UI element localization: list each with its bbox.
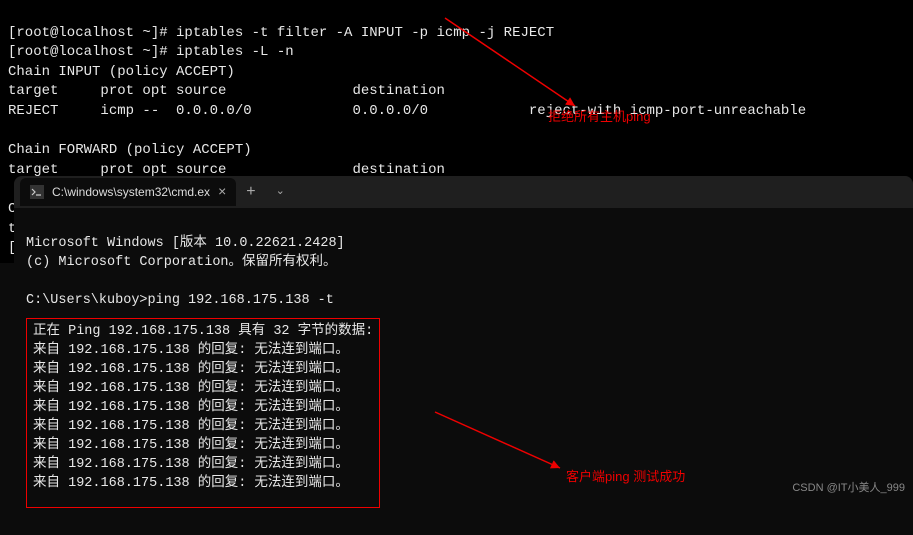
linux-line: [root@localhost ~]# iptables -t filter -… — [8, 25, 554, 41]
ping-header: 正在 Ping 192.168.175.138 具有 32 字节的数据: — [33, 324, 373, 339]
linux-line: REJECT icmp -- 0.0.0.0/0 0.0.0.0/0 rejec… — [8, 103, 806, 119]
linux-line: Chain FORWARD (policy ACCEPT) — [8, 142, 252, 158]
ping-line: 来自 192.168.175.138 的回复: 无法连到端口。 — [33, 419, 349, 434]
ping-line: 来自 192.168.175.138 的回复: 无法连到端口。 — [33, 438, 349, 453]
cmd-prompt: C:\Users\kuboy>ping 192.168.175.138 -t — [26, 293, 334, 308]
cmd-header2: (c) Microsoft Corporation。保留所有权利。 — [26, 255, 337, 270]
cmd-window: C:\windows\system32\cmd.ex × + ⌄ Microso… — [14, 176, 913, 500]
ping-line: 来自 192.168.175.138 的回复: 无法连到端口。 — [33, 457, 349, 472]
ping-line: 来自 192.168.175.138 的回复: 无法连到端口。 — [33, 381, 349, 396]
cmd-titlebar: C:\windows\system32\cmd.ex × + ⌄ — [14, 176, 913, 208]
ping-line: 来自 192.168.175.138 的回复: 无法连到端口。 — [33, 343, 349, 358]
linux-line: target prot opt source destination — [8, 83, 445, 99]
close-icon[interactable]: × — [218, 182, 226, 202]
linux-line: [root@localhost ~]# iptables -L -n — [8, 44, 294, 60]
ping-output-box: 正在 Ping 192.168.175.138 具有 32 字节的数据: 来自 … — [26, 318, 380, 508]
cmd-tab-title: C:\windows\system32\cmd.ex — [52, 184, 210, 201]
annotation-label-1: 拒绝所有主机ping — [548, 108, 651, 126]
cmd-tab[interactable]: C:\windows\system32\cmd.ex × — [20, 178, 236, 206]
dropdown-icon[interactable]: ⌄ — [266, 184, 295, 199]
watermark: CSDN @IT小美人_999 — [792, 481, 905, 496]
ping-line: 来自 192.168.175.138 的回复: 无法连到端口。 — [33, 400, 349, 415]
annotation-label-2: 客户端ping 测试成功 — [566, 468, 685, 486]
linux-line: Chain INPUT (policy ACCEPT) — [8, 64, 235, 80]
cmd-header1: Microsoft Windows [版本 10.0.22621.2428] — [26, 236, 345, 251]
ping-line: 来自 192.168.175.138 的回复: 无法连到端口。 — [33, 476, 349, 491]
cmd-icon — [30, 185, 44, 199]
ping-line: 来自 192.168.175.138 的回复: 无法连到端口。 — [33, 362, 349, 377]
new-tab-button[interactable]: + — [236, 181, 265, 203]
cmd-body[interactable]: Microsoft Windows [版本 10.0.22621.2428] (… — [14, 208, 913, 535]
